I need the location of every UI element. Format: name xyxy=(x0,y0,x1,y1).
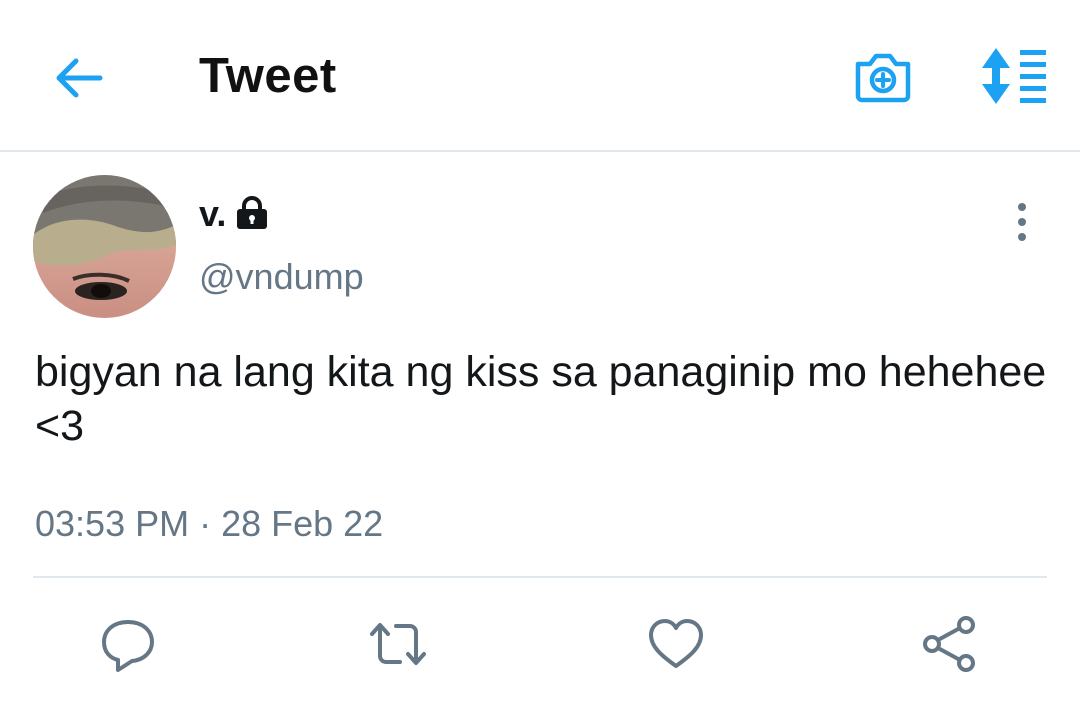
heart-icon xyxy=(649,619,703,668)
divider xyxy=(33,576,1047,578)
avatar[interactable] xyxy=(33,175,176,318)
more-options-button[interactable] xyxy=(1004,200,1040,246)
retweet-button[interactable] xyxy=(366,612,430,676)
page-title: Tweet xyxy=(199,49,337,103)
tweet-timestamp: 03:53 PM · 28 Feb 22 xyxy=(35,503,384,544)
top-app-bar: Tweet xyxy=(0,0,1080,152)
reply-button[interactable] xyxy=(96,612,160,676)
reply-bubble-icon xyxy=(102,620,154,672)
arrow-left-icon xyxy=(56,58,103,98)
camera-add-icon xyxy=(855,53,911,103)
lock-icon xyxy=(234,196,270,232)
camera-button[interactable] xyxy=(852,46,914,106)
retweet-icon xyxy=(370,623,426,665)
vertical-dots-icon xyxy=(1018,203,1026,241)
share-icon xyxy=(923,616,975,672)
sort-list-icon xyxy=(982,48,1046,104)
author-handle[interactable]: @vndump xyxy=(199,256,364,298)
like-button[interactable] xyxy=(644,612,708,676)
author-name-row[interactable]: v. xyxy=(199,193,270,235)
display-name: v. xyxy=(199,193,227,234)
sort-button[interactable] xyxy=(976,48,1050,104)
share-button[interactable] xyxy=(918,612,982,676)
tweet-text: bigyan na lang kita ng kiss sa panaginip… xyxy=(35,348,1047,450)
back-button[interactable] xyxy=(50,50,106,106)
